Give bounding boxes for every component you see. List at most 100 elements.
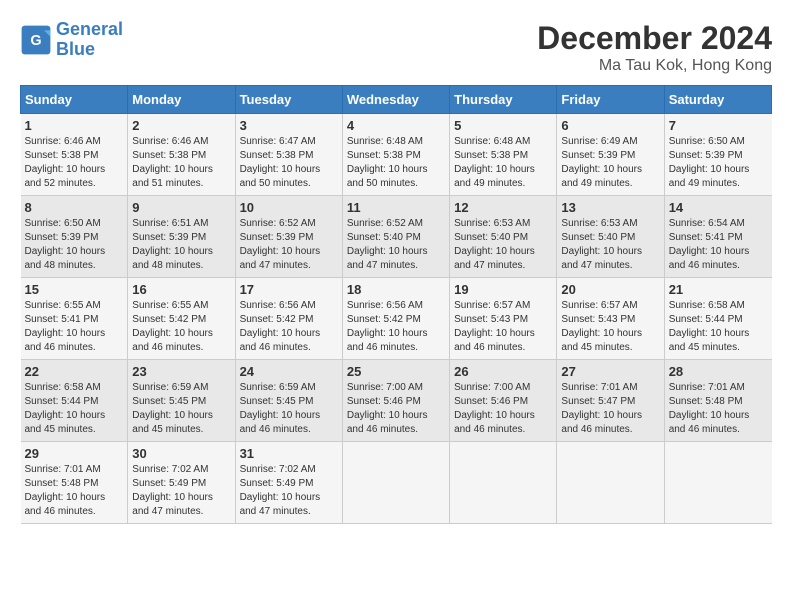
title-area: December 2024 Ma Tau Kok, Hong Kong [537,20,772,75]
day-info: Sunrise: 6:55 AM Sunset: 5:42 PM Dayligh… [132,299,230,355]
day-info: Sunrise: 7:01 AM Sunset: 5:48 PM Dayligh… [669,381,768,437]
calendar-cell: 26 Sunrise: 7:00 AM Sunset: 5:46 PM Dayl… [450,360,557,442]
day-number: 11 [347,200,445,215]
day-number: 28 [669,364,768,379]
calendar-cell: 28 Sunrise: 7:01 AM Sunset: 5:48 PM Dayl… [664,360,771,442]
day-number: 26 [454,364,552,379]
day-number: 19 [454,282,552,297]
day-info: Sunrise: 6:56 AM Sunset: 5:42 PM Dayligh… [347,299,445,355]
calendar-cell [342,442,449,524]
day-number: 3 [240,118,338,133]
day-number: 21 [669,282,768,297]
calendar-cell: 22 Sunrise: 6:58 AM Sunset: 5:44 PM Dayl… [21,360,128,442]
calendar-cell: 27 Sunrise: 7:01 AM Sunset: 5:47 PM Dayl… [557,360,664,442]
day-number: 25 [347,364,445,379]
calendar-cell: 8 Sunrise: 6:50 AM Sunset: 5:39 PM Dayli… [21,196,128,278]
month-title: December 2024 [537,20,772,57]
day-info: Sunrise: 6:46 AM Sunset: 5:38 PM Dayligh… [25,135,124,191]
day-number: 30 [132,446,230,461]
calendar-week-row: 1 Sunrise: 6:46 AM Sunset: 5:38 PM Dayli… [21,114,772,196]
calendar-week-row: 22 Sunrise: 6:58 AM Sunset: 5:44 PM Dayl… [21,360,772,442]
day-number: 22 [25,364,124,379]
header-tuesday: Tuesday [235,86,342,114]
day-info: Sunrise: 6:58 AM Sunset: 5:44 PM Dayligh… [25,381,124,437]
calendar-header-row: SundayMondayTuesdayWednesdayThursdayFrid… [21,86,772,114]
day-info: Sunrise: 6:48 AM Sunset: 5:38 PM Dayligh… [347,135,445,191]
calendar-cell: 4 Sunrise: 6:48 AM Sunset: 5:38 PM Dayli… [342,114,449,196]
day-number: 13 [561,200,659,215]
calendar-cell: 20 Sunrise: 6:57 AM Sunset: 5:43 PM Dayl… [557,278,664,360]
day-info: Sunrise: 6:49 AM Sunset: 5:39 PM Dayligh… [561,135,659,191]
day-number: 9 [132,200,230,215]
day-info: Sunrise: 6:52 AM Sunset: 5:39 PM Dayligh… [240,217,338,273]
calendar-cell: 21 Sunrise: 6:58 AM Sunset: 5:44 PM Dayl… [664,278,771,360]
logo-line2: Blue [56,39,95,59]
day-info: Sunrise: 6:51 AM Sunset: 5:39 PM Dayligh… [132,217,230,273]
calendar-week-row: 8 Sunrise: 6:50 AM Sunset: 5:39 PM Dayli… [21,196,772,278]
calendar-cell: 29 Sunrise: 7:01 AM Sunset: 5:48 PM Dayl… [21,442,128,524]
day-info: Sunrise: 7:01 AM Sunset: 5:48 PM Dayligh… [25,463,124,519]
calendar-cell: 1 Sunrise: 6:46 AM Sunset: 5:38 PM Dayli… [21,114,128,196]
header-monday: Monday [128,86,235,114]
day-number: 7 [669,118,768,133]
day-number: 15 [25,282,124,297]
day-info: Sunrise: 6:52 AM Sunset: 5:40 PM Dayligh… [347,217,445,273]
day-info: Sunrise: 7:00 AM Sunset: 5:46 PM Dayligh… [454,381,552,437]
logo: G General Blue [20,20,123,60]
calendar-week-row: 29 Sunrise: 7:01 AM Sunset: 5:48 PM Dayl… [21,442,772,524]
day-number: 16 [132,282,230,297]
location-title: Ma Tau Kok, Hong Kong [537,57,772,75]
day-number: 31 [240,446,338,461]
day-number: 5 [454,118,552,133]
day-info: Sunrise: 7:02 AM Sunset: 5:49 PM Dayligh… [132,463,230,519]
calendar-cell: 7 Sunrise: 6:50 AM Sunset: 5:39 PM Dayli… [664,114,771,196]
calendar-cell: 25 Sunrise: 7:00 AM Sunset: 5:46 PM Dayl… [342,360,449,442]
calendar-cell: 9 Sunrise: 6:51 AM Sunset: 5:39 PM Dayli… [128,196,235,278]
day-number: 6 [561,118,659,133]
svg-text:G: G [30,33,41,49]
day-info: Sunrise: 6:57 AM Sunset: 5:43 PM Dayligh… [561,299,659,355]
day-info: Sunrise: 6:59 AM Sunset: 5:45 PM Dayligh… [240,381,338,437]
day-info: Sunrise: 6:53 AM Sunset: 5:40 PM Dayligh… [561,217,659,273]
day-info: Sunrise: 6:50 AM Sunset: 5:39 PM Dayligh… [669,135,768,191]
calendar-cell: 17 Sunrise: 6:56 AM Sunset: 5:42 PM Dayl… [235,278,342,360]
day-info: Sunrise: 6:50 AM Sunset: 5:39 PM Dayligh… [25,217,124,273]
calendar-cell: 3 Sunrise: 6:47 AM Sunset: 5:38 PM Dayli… [235,114,342,196]
calendar-cell [664,442,771,524]
day-info: Sunrise: 6:48 AM Sunset: 5:38 PM Dayligh… [454,135,552,191]
calendar-cell: 19 Sunrise: 6:57 AM Sunset: 5:43 PM Dayl… [450,278,557,360]
day-info: Sunrise: 7:01 AM Sunset: 5:47 PM Dayligh… [561,381,659,437]
calendar-cell: 10 Sunrise: 6:52 AM Sunset: 5:39 PM Dayl… [235,196,342,278]
day-info: Sunrise: 6:58 AM Sunset: 5:44 PM Dayligh… [669,299,768,355]
day-info: Sunrise: 6:57 AM Sunset: 5:43 PM Dayligh… [454,299,552,355]
calendar-cell [557,442,664,524]
header-wednesday: Wednesday [342,86,449,114]
calendar-cell: 12 Sunrise: 6:53 AM Sunset: 5:40 PM Dayl… [450,196,557,278]
calendar-cell: 18 Sunrise: 6:56 AM Sunset: 5:42 PM Dayl… [342,278,449,360]
calendar-cell: 5 Sunrise: 6:48 AM Sunset: 5:38 PM Dayli… [450,114,557,196]
day-number: 17 [240,282,338,297]
day-number: 8 [25,200,124,215]
day-info: Sunrise: 6:47 AM Sunset: 5:38 PM Dayligh… [240,135,338,191]
day-number: 14 [669,200,768,215]
day-number: 1 [25,118,124,133]
day-info: Sunrise: 7:02 AM Sunset: 5:49 PM Dayligh… [240,463,338,519]
day-number: 29 [25,446,124,461]
logo-line1: General [56,19,123,39]
calendar-week-row: 15 Sunrise: 6:55 AM Sunset: 5:41 PM Dayl… [21,278,772,360]
calendar-cell: 2 Sunrise: 6:46 AM Sunset: 5:38 PM Dayli… [128,114,235,196]
calendar-cell: 16 Sunrise: 6:55 AM Sunset: 5:42 PM Dayl… [128,278,235,360]
day-info: Sunrise: 6:53 AM Sunset: 5:40 PM Dayligh… [454,217,552,273]
header: G General Blue December 2024 Ma Tau Kok,… [20,20,772,75]
calendar-cell: 31 Sunrise: 7:02 AM Sunset: 5:49 PM Dayl… [235,442,342,524]
day-info: Sunrise: 6:54 AM Sunset: 5:41 PM Dayligh… [669,217,768,273]
day-info: Sunrise: 6:59 AM Sunset: 5:45 PM Dayligh… [132,381,230,437]
calendar-cell: 24 Sunrise: 6:59 AM Sunset: 5:45 PM Dayl… [235,360,342,442]
header-friday: Friday [557,86,664,114]
day-info: Sunrise: 6:55 AM Sunset: 5:41 PM Dayligh… [25,299,124,355]
calendar-cell: 30 Sunrise: 7:02 AM Sunset: 5:49 PM Dayl… [128,442,235,524]
day-number: 12 [454,200,552,215]
day-number: 23 [132,364,230,379]
calendar-cell: 11 Sunrise: 6:52 AM Sunset: 5:40 PM Dayl… [342,196,449,278]
day-number: 10 [240,200,338,215]
